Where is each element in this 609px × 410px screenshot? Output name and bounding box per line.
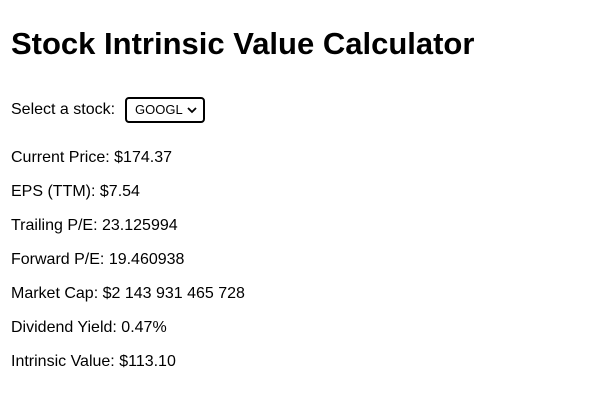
forward-pe-label: Forward P/E: bbox=[11, 251, 105, 268]
current-price-label: Current Price: bbox=[11, 149, 110, 166]
market-cap-label: Market Cap: bbox=[11, 285, 99, 302]
forward-pe: Forward P/E: 19.460938 bbox=[11, 251, 184, 269]
stock-select-row: Select a stock: GOOGL bbox=[11, 95, 206, 124]
trailing-pe-value: 23.125994 bbox=[102, 217, 178, 234]
stock-select-value: GOOGL bbox=[135, 102, 183, 117]
intrinsic-value-label: Intrinsic Value: bbox=[11, 353, 115, 370]
dividend-yield-value: 0.47% bbox=[121, 319, 167, 336]
stock-select-label: Select a stock: bbox=[11, 100, 116, 118]
intrinsic-value-value: $113.10 bbox=[119, 353, 176, 370]
market-cap-value: $2 143 931 465 728 bbox=[102, 285, 245, 302]
dividend-yield-label: Dividend Yield: bbox=[11, 319, 117, 336]
eps-ttm-label: EPS (TTM): bbox=[11, 183, 96, 200]
intrinsic-value: Intrinsic Value: $113.10 bbox=[11, 353, 176, 371]
eps-ttm: EPS (TTM): $7.54 bbox=[11, 183, 140, 201]
current-price: Current Price: $174.37 bbox=[11, 149, 172, 167]
market-cap: Market Cap: $2 143 931 465 728 bbox=[11, 285, 245, 303]
chevron-down-icon bbox=[187, 106, 197, 113]
current-price-value: $174.37 bbox=[114, 149, 172, 166]
stock-select[interactable]: GOOGL bbox=[125, 96, 206, 123]
trailing-pe: Trailing P/E: 23.125994 bbox=[11, 217, 178, 235]
page-title: Stock Intrinsic Value Calculator bbox=[11, 26, 475, 61]
dividend-yield: Dividend Yield: 0.47% bbox=[11, 319, 167, 337]
trailing-pe-label: Trailing P/E: bbox=[11, 217, 98, 234]
forward-pe-value: 19.460938 bbox=[108, 251, 185, 268]
eps-ttm-value: $7.54 bbox=[99, 183, 140, 200]
